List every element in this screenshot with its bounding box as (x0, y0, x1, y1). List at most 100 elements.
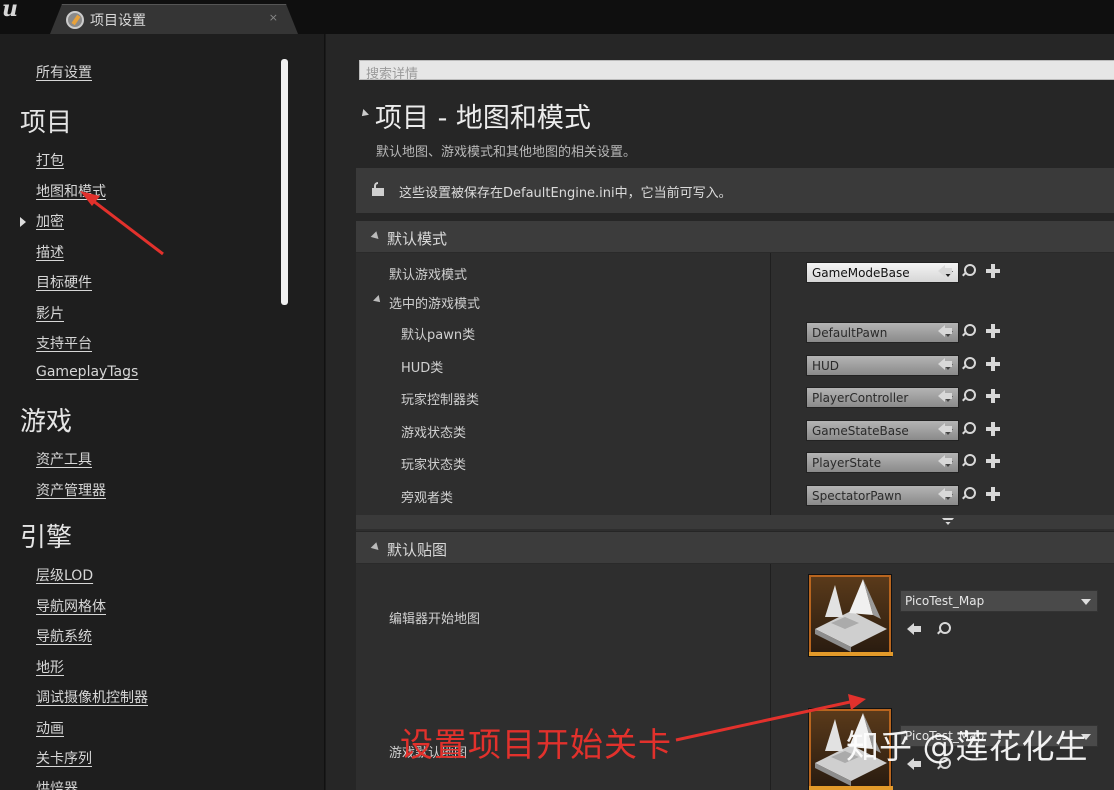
default-pawn-combo[interactable]: DefaultPawn (806, 322, 959, 343)
page-title: 项目 - 地图和模式 (375, 103, 591, 134)
sidebar-item-asset-manager[interactable]: 资产管理器 (36, 480, 106, 500)
combo-value: HUD (812, 359, 840, 373)
sidebar-item-animation[interactable]: 动画 (36, 718, 64, 738)
expand-triangle-icon (370, 231, 382, 242)
sidebar-item-encryption[interactable]: 加密 (36, 211, 64, 231)
combo-value: SpectatorPawn (812, 489, 902, 503)
tab-close-icon[interactable]: × (269, 11, 278, 24)
section-header-default-maps[interactable]: 默认贴图 (356, 532, 1114, 564)
row-label: 玩家状态类 (401, 458, 467, 473)
section-default-modes: 默认模式 默认游戏模式 GameModeBase 选中的游戏模式 默认pawn类… (356, 221, 1114, 531)
unreal-logo-icon: u (2, 0, 18, 22)
row-label: 默认pawn类 (401, 328, 476, 343)
section-title: 默认贴图 (387, 541, 448, 559)
use-selected-arrow-icon[interactable] (938, 422, 952, 436)
default-game-mode-combo[interactable]: GameModeBase (806, 262, 959, 283)
advanced-expand-bar[interactable] (356, 515, 1114, 529)
sidebar-item-level-sequence[interactable]: 关卡序列 (36, 748, 92, 768)
add-icon[interactable] (986, 454, 1000, 468)
row-label: 游戏状态类 (401, 426, 467, 441)
spectator-class-combo[interactable]: SpectatorPawn (806, 485, 959, 506)
use-selected-arrow-icon[interactable] (907, 622, 921, 636)
sidebar-all-settings[interactable]: 所有设置 (36, 62, 92, 82)
expand-triangle-icon[interactable] (373, 295, 383, 305)
selected-game-mode-label: 选中的游戏模式 (389, 297, 481, 312)
sidebar-item-target-hardware[interactable]: 目标硬件 (36, 272, 92, 292)
use-selected-arrow-icon[interactable] (938, 454, 952, 468)
sidebar-heading-engine: 引擎 (20, 523, 73, 553)
add-icon[interactable] (986, 264, 1000, 278)
use-selected-arrow-icon[interactable] (938, 264, 952, 278)
editor-startup-map-label: 编辑器开始地图 (389, 612, 481, 627)
expand-triangle-icon (370, 542, 382, 553)
add-icon[interactable] (986, 422, 1000, 436)
title-bar: u 项目设置 × (0, 0, 1114, 34)
browse-icon[interactable] (961, 357, 976, 371)
browse-icon[interactable] (961, 487, 976, 501)
row-label: 旁观者类 (401, 491, 454, 506)
settings-sidebar: 所有设置 项目 打包 地图和模式 加密 描述 目标硬件 影片 支持平台 Game… (0, 34, 325, 790)
default-game-mode-label: 默认游戏模式 (389, 268, 468, 283)
page-description: 默认地图、游戏模式和其他地图的相关设置。 (376, 145, 637, 160)
add-icon[interactable] (986, 324, 1000, 338)
sidebar-item-supported-platforms[interactable]: 支持平台 (36, 333, 92, 353)
notice-text: 这些设置被保存在DefaultEngine.ini中，它当前可写入。 (399, 186, 732, 201)
sidebar-item-landscape[interactable]: 地形 (36, 657, 64, 677)
use-selected-arrow-icon[interactable] (938, 389, 952, 403)
sidebar-item-movies[interactable]: 影片 (36, 303, 64, 323)
add-icon[interactable] (986, 487, 1000, 501)
browse-icon[interactable] (961, 389, 976, 403)
browse-icon[interactable] (961, 264, 976, 278)
use-selected-arrow-icon[interactable] (938, 357, 952, 371)
sidebar-item-navmesh[interactable]: 导航网格体 (36, 596, 106, 616)
combo-value: GameModeBase (812, 266, 910, 280)
sidebar-item-debug-camera[interactable]: 调试摄像机控制器 (36, 687, 148, 707)
use-selected-arrow-icon[interactable] (938, 324, 952, 338)
tab-project-settings[interactable]: 项目设置 × (50, 4, 298, 34)
unlock-icon (372, 182, 384, 196)
sidebar-item-asset-tools[interactable]: 资产工具 (36, 449, 92, 469)
tab-title: 项目设置 (90, 13, 146, 29)
sidebar-item-description[interactable]: 描述 (36, 242, 64, 262)
game-state-combo[interactable]: GameStateBase (806, 420, 959, 441)
browse-icon[interactable] (961, 422, 976, 436)
add-icon[interactable] (986, 389, 1000, 403)
use-selected-arrow-icon[interactable] (938, 487, 952, 501)
project-settings-icon (66, 11, 84, 29)
watermark: 知乎 @莲花化生 (846, 727, 1088, 766)
row-label: HUD类 (401, 361, 444, 376)
dropdown-arrow-icon (1081, 599, 1091, 605)
sidebar-heading-game: 游戏 (20, 407, 73, 437)
search-input[interactable]: 搜索详情 (359, 60, 1114, 82)
row-label: 玩家控制器类 (401, 393, 480, 408)
sidebar-item-cooker[interactable]: 烘焙器 (36, 778, 78, 790)
section-header-default-modes[interactable]: 默认模式 (356, 221, 1114, 253)
sidebar-item-maps-and-modes[interactable]: 地图和模式 (36, 181, 106, 201)
sidebar-scrollbar[interactable] (281, 59, 288, 305)
annotation-text: 设置项目开始关卡 (400, 725, 672, 764)
sidebar-item-gameplay-tags[interactable]: GameplayTags (36, 364, 138, 380)
browse-icon[interactable] (961, 454, 976, 468)
browse-icon[interactable] (936, 622, 951, 636)
settings-main-panel: 搜索详情 项目 - 地图和模式 默认地图、游戏模式和其他地图的相关设置。 这些设… (326, 34, 1114, 790)
map-thumbnail[interactable] (808, 574, 893, 657)
section-title: 默认模式 (387, 230, 448, 248)
combo-value: PlayerState (812, 456, 882, 470)
hud-class-combo[interactable]: HUD (806, 355, 959, 376)
add-icon[interactable] (986, 357, 1000, 371)
player-controller-combo[interactable]: PlayerController (806, 387, 959, 408)
combo-value: PicoTest_Map (905, 594, 985, 608)
sidebar-item-navigation-system[interactable]: 导航系统 (36, 626, 92, 646)
collapse-arrow-icon[interactable] (359, 109, 369, 119)
sidebar-item-hlod[interactable]: 层级LOD (36, 565, 93, 585)
combo-value: PlayerController (812, 391, 909, 405)
browse-icon[interactable] (961, 324, 976, 338)
combo-value: DefaultPawn (812, 326, 888, 340)
sidebar-heading-project: 项目 (20, 108, 73, 138)
sidebar-item-packaging[interactable]: 打包 (36, 150, 64, 170)
combo-value: GameStateBase (812, 424, 909, 438)
config-notice: 这些设置被保存在DefaultEngine.ini中，它当前可写入。 (356, 168, 1114, 213)
selected-arrow-icon (20, 217, 26, 227)
editor-startup-map-combo[interactable]: PicoTest_Map (900, 590, 1098, 612)
player-state-combo[interactable]: PlayerState (806, 452, 959, 473)
